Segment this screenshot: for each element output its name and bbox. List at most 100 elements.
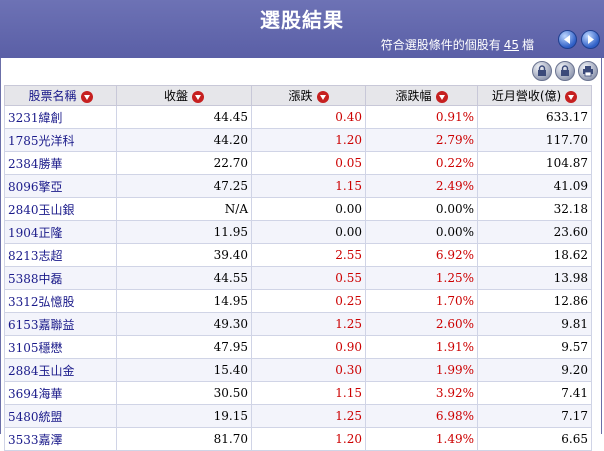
change-cell: 0.40: [251, 105, 366, 129]
table-row[interactable]: 8213志超 39.40 2.55 6.92% 18.62: [4, 243, 592, 267]
change-cell: 0.90: [251, 335, 366, 359]
stock-name-link[interactable]: 2840玉山銀: [4, 197, 117, 221]
change-pct-cell-text: 2.79%: [435, 133, 474, 147]
stock-name-link[interactable]: 3231緯創: [4, 105, 117, 129]
close-price-cell-text: 49.30: [213, 317, 248, 331]
change-pct-cell-text: 1.49%: [435, 432, 474, 446]
stock-name-link-text[interactable]: 3694海華: [8, 387, 63, 401]
close-price-cell-text: 15.40: [213, 363, 248, 377]
revenue-cell: 41.09: [477, 174, 592, 198]
close-price-cell: 22.70: [116, 151, 252, 175]
col-header-label: 近月營收(億): [491, 89, 562, 103]
stock-name-link[interactable]: 2884玉山金: [4, 358, 117, 382]
sort-down-icon[interactable]: [316, 90, 329, 103]
col-header-label: 漲跌: [288, 89, 313, 103]
table-row[interactable]: 3694海華 30.50 1.15 3.92% 7.41: [4, 381, 592, 405]
stock-name-link[interactable]: 1785光洋科: [4, 128, 117, 152]
table-row[interactable]: 1904正隆 11.95 0.00 0.00% 23.60: [4, 220, 592, 244]
table-row[interactable]: 3312弘憶股 14.95 0.25 1.70% 12.86: [4, 289, 592, 313]
next-page-button[interactable]: [581, 30, 600, 49]
sort-down-icon[interactable]: [565, 90, 578, 103]
count-link[interactable]: 45: [504, 38, 519, 52]
stock-name-link-text[interactable]: 5480統盟: [8, 410, 63, 424]
change-cell-text: 0.55: [335, 271, 362, 285]
close-price-cell: 14.95: [116, 289, 252, 313]
stock-name-link-text[interactable]: 2884玉山金: [8, 364, 75, 378]
col-header-change[interactable]: 漲跌: [251, 85, 366, 106]
stock-name-link-text[interactable]: 3312弘憶股: [8, 295, 75, 309]
print-icon: [583, 66, 593, 77]
sort-down-icon[interactable]: [435, 90, 448, 103]
revenue-cell-text: 7.17: [561, 409, 588, 423]
table-row[interactable]: 3533嘉澤 81.70 1.20 1.49% 6.65: [4, 427, 592, 451]
change-cell-text: 1.25: [335, 317, 362, 331]
revenue-cell-text: 633.17: [546, 110, 588, 124]
change-pct-cell-text: 1.70%: [435, 294, 474, 308]
table-row[interactable]: 1785光洋科 44.20 1.20 2.79% 117.70: [4, 128, 592, 152]
stock-name-link-text[interactable]: 1785光洋科: [8, 134, 75, 148]
stock-name-link-text[interactable]: 2840玉山銀: [8, 203, 75, 217]
sort-down-icon[interactable]: [192, 90, 204, 103]
stock-name-link[interactable]: 5480統盟: [4, 404, 117, 428]
stock-name-link[interactable]: 6153嘉聯益: [4, 312, 117, 336]
table-row[interactable]: 8096擎亞 47.25 1.15 2.49% 41.09: [4, 174, 592, 198]
stock-name-link[interactable]: 8096擎亞: [4, 174, 117, 198]
table-row[interactable]: 3231緯創 44.45 0.40 0.91% 633.17: [4, 105, 592, 129]
change-cell-text: 1.25: [335, 409, 362, 423]
close-price-cell: 15.40: [116, 358, 252, 382]
close-price-cell: 47.95: [116, 335, 252, 359]
stock-name-link-text[interactable]: 3231緯創: [8, 111, 63, 125]
table-row[interactable]: 2840玉山銀 N/A 0.00 0.00% 32.18: [4, 197, 592, 221]
revenue-cell-text: 12.86: [553, 294, 588, 308]
close-price-cell-text: 11.95: [213, 225, 248, 239]
lock-button[interactable]: [532, 61, 552, 81]
change-cell-text: 0.25: [335, 294, 362, 308]
stock-name-link-text[interactable]: 2384勝華: [8, 157, 63, 171]
change-pct-cell: 2.60%: [365, 312, 478, 336]
print-button[interactable]: [578, 61, 598, 81]
stock-name-link-text[interactable]: 3533嘉澤: [8, 433, 63, 447]
table-row[interactable]: 6153嘉聯益 49.30 1.25 2.60% 9.81: [4, 312, 592, 336]
close-price-cell-text: 44.55: [213, 271, 248, 285]
stock-name-link-text[interactable]: 5388中磊: [8, 272, 63, 286]
change-pct-cell-text: 6.92%: [435, 248, 474, 262]
col-header-label: 收盤: [163, 89, 188, 103]
revenue-cell-text: 23.60: [553, 225, 588, 239]
revenue-cell: 9.57: [477, 335, 592, 359]
change-cell-text: 0.00: [335, 225, 362, 239]
table-row[interactable]: 2884玉山金 15.40 0.30 1.99% 9.20: [4, 358, 592, 382]
table-row[interactable]: 3105穩懋 47.95 0.90 1.91% 9.57: [4, 335, 592, 359]
change-pct-cell-text: 6.98%: [435, 409, 474, 423]
change-cell: 1.15: [251, 381, 366, 405]
change-pct-cell-text: 3.92%: [435, 386, 474, 400]
table-row[interactable]: 5388中磊 44.55 0.55 1.25% 13.98: [4, 266, 592, 290]
stock-name-link[interactable]: 3533嘉澤: [4, 427, 117, 451]
lock-button-2[interactable]: [555, 61, 575, 81]
col-header-pct[interactable]: 漲跌幅: [365, 85, 478, 106]
stock-name-link[interactable]: 1904正隆: [4, 220, 117, 244]
sort-down-icon[interactable]: [80, 90, 93, 103]
col-header-name[interactable]: 股票名稱: [4, 85, 117, 106]
close-price-cell-text: 81.70: [213, 432, 248, 446]
close-price-cell: 19.15: [116, 404, 252, 428]
table-row[interactable]: 5480統盟 19.15 1.25 6.98% 7.17: [4, 404, 592, 428]
col-header-revenue[interactable]: 近月營收(億): [477, 85, 592, 106]
change-cell: 1.20: [251, 427, 366, 451]
revenue-cell: 7.17: [477, 404, 592, 428]
table-row[interactable]: 2384勝華 22.70 0.05 0.22% 104.87: [4, 151, 592, 175]
change-cell-text: 0.05: [335, 156, 362, 170]
stock-name-link[interactable]: 3105穩懋: [4, 335, 117, 359]
stock-name-link[interactable]: 3694海華: [4, 381, 117, 405]
col-header-close[interactable]: 收盤: [116, 85, 252, 106]
close-price-cell: 44.55: [116, 266, 252, 290]
stock-name-link-text[interactable]: 6153嘉聯益: [8, 318, 75, 332]
stock-name-link[interactable]: 2384勝華: [4, 151, 117, 175]
stock-name-link-text[interactable]: 8096擎亞: [8, 180, 63, 194]
stock-name-link[interactable]: 3312弘憶股: [4, 289, 117, 313]
stock-name-link-text[interactable]: 8213志超: [8, 249, 63, 263]
prev-page-button[interactable]: [558, 30, 577, 49]
stock-name-link-text[interactable]: 1904正隆: [8, 226, 63, 240]
stock-name-link-text[interactable]: 3105穩懋: [8, 341, 63, 355]
stock-name-link[interactable]: 8213志超: [4, 243, 117, 267]
stock-name-link[interactable]: 5388中磊: [4, 266, 117, 290]
